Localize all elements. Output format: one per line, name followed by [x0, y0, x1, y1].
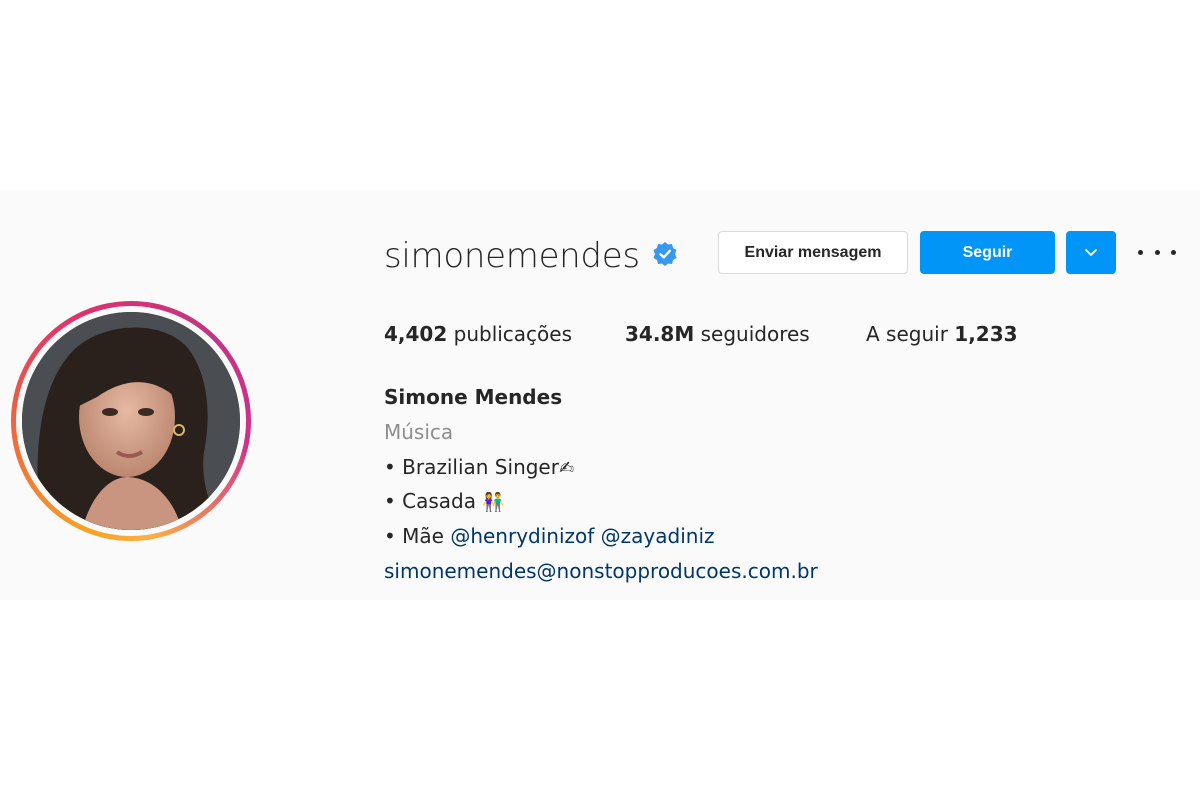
dot [1171, 249, 1176, 255]
posts-stat: 4,402 publicações [384, 320, 572, 348]
bio-text: • Casada [384, 489, 483, 513]
dot [1138, 249, 1143, 255]
avatar[interactable] [22, 312, 240, 530]
avatar-image [22, 312, 240, 530]
followers-label: seguidores [700, 322, 810, 346]
posts-count: 4,402 [384, 322, 448, 346]
bio-line: • Casada 👫 [384, 487, 505, 517]
send-message-button[interactable]: Enviar mensagem [718, 231, 908, 274]
bio-text: • Mãe [384, 524, 451, 548]
following-stat[interactable]: A seguir 1,233 [866, 320, 1018, 348]
following-label: A seguir [866, 322, 948, 346]
mention-link[interactable]: @henrydinizof [450, 524, 594, 548]
email-link[interactable]: simonemendes@nonstopproducoes.com.br [384, 557, 818, 585]
follow-button[interactable]: Seguir [920, 231, 1055, 274]
following-count: 1,233 [954, 322, 1018, 346]
suggested-accounts-dropdown-button[interactable] [1066, 231, 1116, 274]
posts-label: publicações [453, 322, 573, 346]
username: simonemendes [384, 236, 640, 276]
followers-stat[interactable]: 34.8M seguidores [625, 320, 810, 348]
bio-line: • Brazilian Singer✍ [384, 453, 574, 483]
more-options-icon[interactable] [1138, 240, 1176, 264]
avatar-frame [16, 306, 246, 536]
category-label: Música [384, 420, 454, 444]
couple-emoji-icon: 👫 [482, 492, 505, 513]
pencil-emoji-icon: ✍ [558, 458, 575, 479]
verified-badge-icon [653, 242, 677, 266]
bio-line: • Mãe @henrydinizof @zayadiniz [384, 522, 715, 550]
bio-text: • Brazilian Singer [384, 455, 559, 479]
dot [1154, 249, 1160, 255]
story-ring[interactable] [11, 301, 251, 541]
full-name: Simone Mendes [384, 385, 563, 409]
mention-link[interactable]: @zayadiniz [601, 524, 715, 548]
followers-count: 34.8M [625, 322, 695, 346]
chevron-down-icon [1084, 248, 1098, 257]
